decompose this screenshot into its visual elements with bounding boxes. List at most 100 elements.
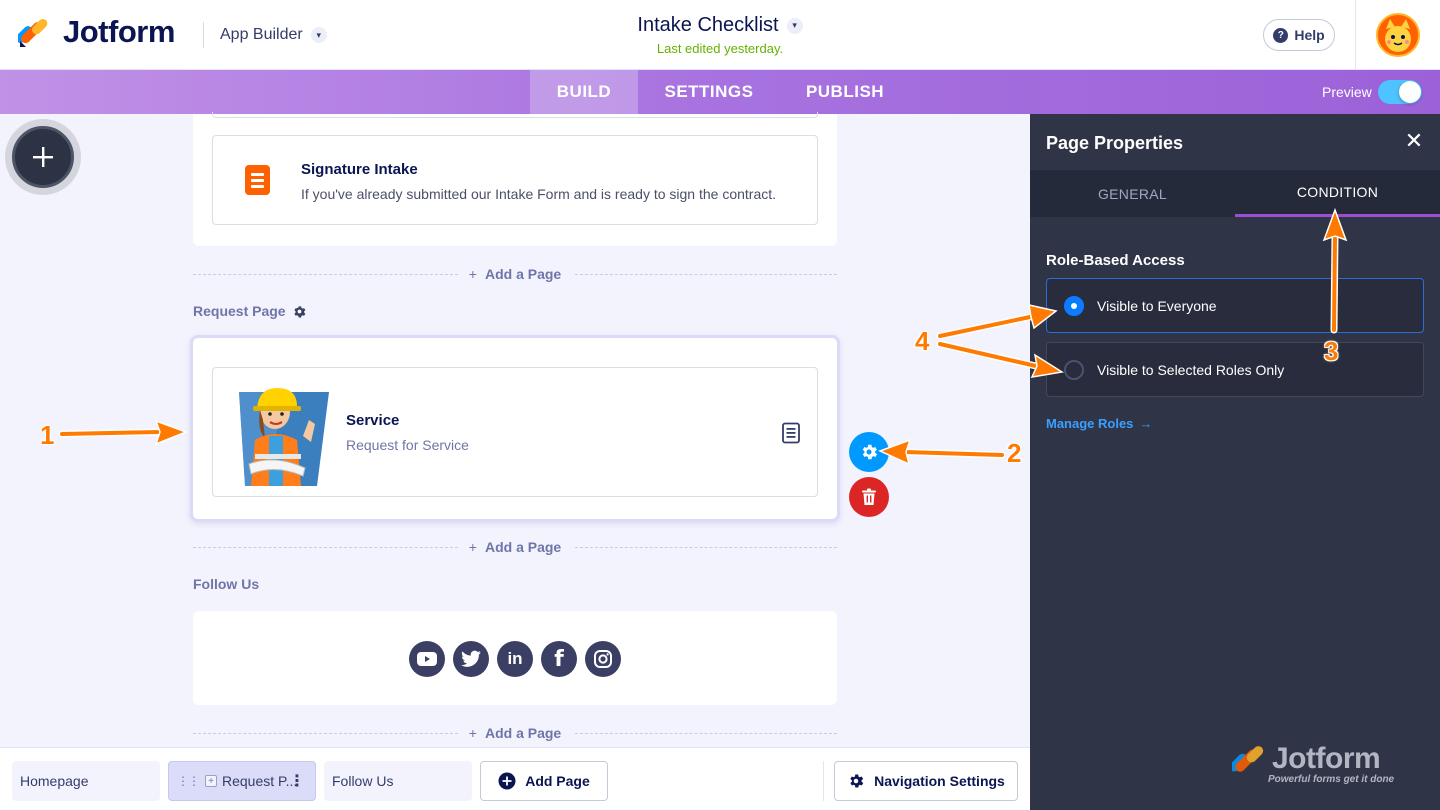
arrow-right-icon: → xyxy=(1139,416,1153,431)
radio-button-icon[interactable] xyxy=(1064,296,1084,316)
navigation-settings-label: Navigation Settings xyxy=(874,773,1005,789)
watermark-brand: Jotform xyxy=(1272,742,1381,775)
manage-roles-link[interactable]: Manage Roles → xyxy=(1046,416,1152,431)
document-icon xyxy=(782,422,800,444)
page-tab-request[interactable]: ⋮⋮ + Request P... ⋮ xyxy=(168,761,316,801)
linkedin-icon[interactable]: in xyxy=(497,641,533,677)
item-title: Signature Intake xyxy=(301,161,418,178)
follow-us-card[interactable]: in f xyxy=(193,611,837,705)
form-title-menu[interactable]: Intake Checklist ▾ xyxy=(637,14,803,37)
radio-label: Visible to Selected Roles Only xyxy=(1097,362,1285,378)
manage-roles-label: Manage Roles xyxy=(1046,416,1134,431)
plus-circle-icon xyxy=(498,772,516,790)
follow-us-section-label: Follow Us xyxy=(193,576,259,592)
preview-label: Preview xyxy=(1322,84,1372,100)
radio-visible-to-selected-roles[interactable]: Visible to Selected Roles Only xyxy=(1046,342,1424,397)
annotation-number-1: 1 xyxy=(40,420,55,450)
radio-label: Visible to Everyone xyxy=(1097,298,1217,314)
signature-intake-item[interactable]: Signature Intake If you've already submi… xyxy=(212,135,818,225)
section-title: Request Page xyxy=(193,303,286,319)
tab-build[interactable]: BUILD xyxy=(530,70,638,114)
panel-title: Page Properties xyxy=(1046,133,1184,153)
service-worker-image xyxy=(239,388,329,486)
annotation-number-3: 3 xyxy=(1324,336,1339,366)
last-edited-text: Last edited yesterday. xyxy=(656,41,784,56)
delete-page-button[interactable] xyxy=(849,477,889,517)
request-page-section-label: Request Page xyxy=(193,303,307,319)
page-navigation-bar: Homepage ⋮⋮ + Request P... ⋮ Follow Us A… xyxy=(0,747,1030,810)
trash-icon xyxy=(862,488,876,505)
page-tab-label: Follow Us xyxy=(332,773,394,789)
close-icon[interactable]: ✕ xyxy=(1404,130,1424,152)
section-title: Follow Us xyxy=(193,576,260,592)
add-page-divider[interactable]: + Add a Page xyxy=(193,537,837,557)
chevron-down-icon: ▾ xyxy=(786,17,803,34)
drag-handle-icon[interactable]: ⋮⋮ xyxy=(177,774,200,788)
header-divider xyxy=(203,22,204,48)
help-button[interactable]: ? Help xyxy=(1263,19,1335,51)
add-page-link[interactable]: + Add a Page xyxy=(193,539,837,555)
add-page-label: Add Page xyxy=(525,773,590,789)
add-page-link[interactable]: + Add a Page xyxy=(193,266,837,282)
plus-icon xyxy=(33,147,53,167)
plus-icon: + xyxy=(468,539,477,555)
item-description: Request for Service xyxy=(346,437,469,453)
plus-icon: + xyxy=(468,266,477,282)
annotation-arrow-1 xyxy=(58,419,189,446)
brand-name[interactable]: Jotform xyxy=(63,14,175,50)
page-tab-follow-us[interactable]: Follow Us xyxy=(324,761,472,801)
avatar-face-icon xyxy=(1385,19,1411,52)
plus-square-icon: + xyxy=(205,775,217,787)
help-label: Help xyxy=(1294,27,1325,43)
service-item[interactable]: Service Request for Service xyxy=(212,367,818,497)
header-divider xyxy=(1355,0,1356,70)
previous-item-stub xyxy=(212,112,818,118)
tab-settings[interactable]: SETTINGS xyxy=(638,70,780,114)
annotation-number-2: 2 xyxy=(1007,438,1022,468)
plus-icon: + xyxy=(468,725,477,741)
more-vertical-icon[interactable]: ⋮ xyxy=(289,771,305,791)
tab-general[interactable]: GENERAL xyxy=(1030,170,1235,217)
bottom-divider xyxy=(823,761,824,801)
gear-icon xyxy=(862,444,878,460)
toggle-knob xyxy=(1399,81,1421,103)
add-page-link[interactable]: + Add a Page xyxy=(193,725,837,741)
panel-tabs: GENERAL CONDITION xyxy=(1030,170,1440,217)
chevron-down-icon: ▾ xyxy=(310,27,327,43)
add-page-divider[interactable]: + Add a Page xyxy=(193,264,837,284)
user-avatar[interactable] xyxy=(1376,13,1420,57)
radio-visible-to-everyone[interactable]: Visible to Everyone xyxy=(1046,278,1424,333)
jotform-watermark: Jotform Powerful forms get it done xyxy=(1230,740,1410,790)
add-page-button[interactable]: Add Page xyxy=(480,761,608,801)
jotform-logo-icon[interactable] xyxy=(18,17,50,49)
navigation-settings-button[interactable]: Navigation Settings xyxy=(834,761,1018,801)
radio-button-icon[interactable] xyxy=(1064,360,1084,380)
page-tab-label: Request P... xyxy=(222,773,298,789)
tab-condition[interactable]: CONDITION xyxy=(1235,170,1440,217)
add-element-button[interactable] xyxy=(12,126,74,188)
preview-toggle[interactable] xyxy=(1378,80,1422,104)
question-icon: ? xyxy=(1273,27,1289,43)
youtube-icon[interactable] xyxy=(409,641,445,677)
request-page-card[interactable]: Service Request for Service xyxy=(190,335,840,522)
role-based-access-label: Role-Based Access xyxy=(1046,252,1185,269)
gear-icon xyxy=(850,774,864,788)
page-tab-label: Homepage xyxy=(20,773,89,789)
tab-publish[interactable]: PUBLISH xyxy=(780,70,910,114)
page-properties-panel: Page Properties ✕ GENERAL CONDITION Role… xyxy=(1030,114,1440,810)
top-header: Jotform App Builder ▾ Intake Checklist ▾… xyxy=(0,0,1440,70)
page-tab-homepage[interactable]: Homepage xyxy=(12,761,160,801)
item-description: If you've already submitted our Intake F… xyxy=(301,186,777,202)
homepage-card: Signature Intake If you've already submi… xyxy=(193,112,837,246)
instagram-icon[interactable] xyxy=(585,641,621,677)
add-page-divider[interactable]: + Add a Page xyxy=(193,723,837,743)
app-builder-menu[interactable]: App Builder ▾ xyxy=(220,26,327,44)
annotation-arrow-2 xyxy=(878,438,1006,466)
facebook-icon[interactable]: f xyxy=(541,641,577,677)
form-title: Intake Checklist xyxy=(637,14,779,36)
twitter-icon[interactable] xyxy=(453,641,489,677)
page-settings-button[interactable] xyxy=(849,432,889,472)
watermark-tagline: Powerful forms get it done xyxy=(1268,774,1395,785)
gear-icon[interactable] xyxy=(292,304,307,319)
builder-nav-bar: BUILD SETTINGS PUBLISH Preview xyxy=(0,70,1440,114)
